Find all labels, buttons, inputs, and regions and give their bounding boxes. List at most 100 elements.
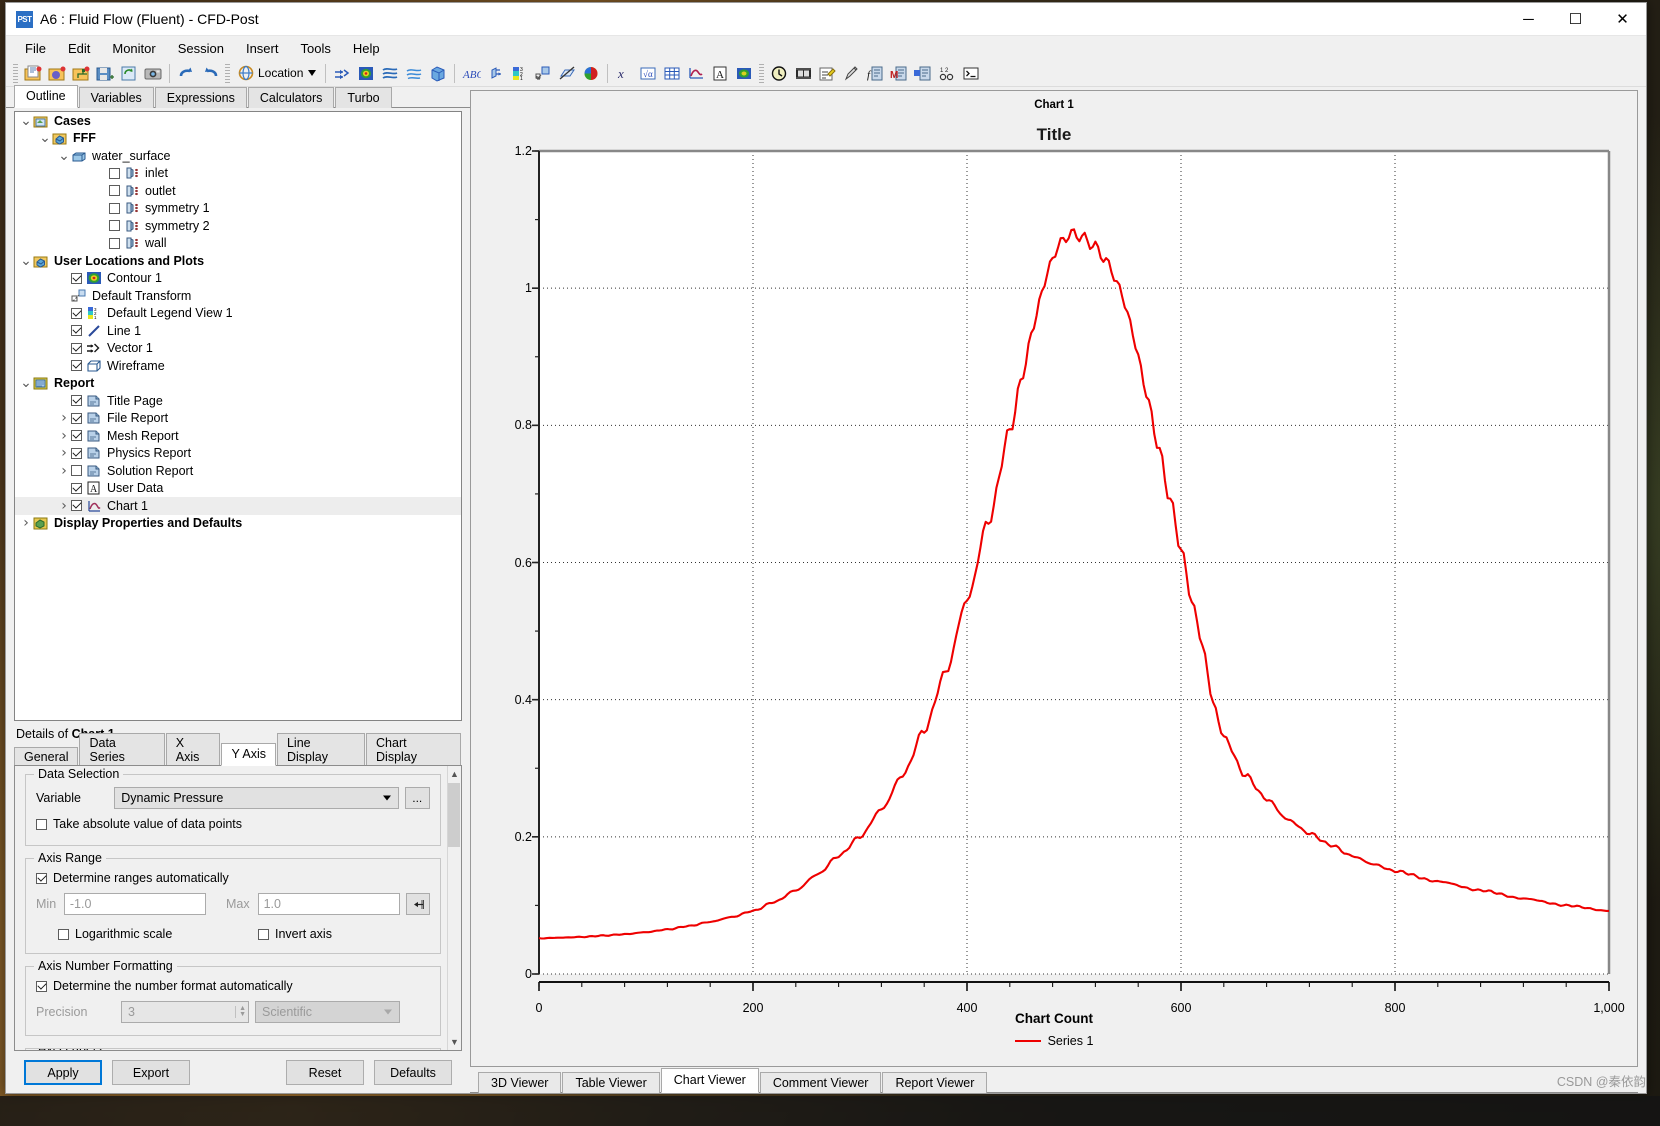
tree-item-wall[interactable]: wall (15, 235, 461, 253)
tree-item-user-locations-and-plots[interactable]: ⌄ User Locations and Plots (15, 252, 461, 270)
tab-calculators[interactable]: Calculators (247, 87, 335, 108)
tab-y-axis[interactable]: Y Axis (221, 743, 276, 766)
report-icon[interactable] (732, 62, 756, 85)
tree-item-checkbox[interactable] (71, 360, 82, 372)
close-button[interactable]: ✕ (1599, 3, 1646, 36)
tab-line-display[interactable]: Line Display (276, 733, 366, 766)
tree-item-fff[interactable]: ⌄ FFF (15, 130, 461, 148)
tree-item-mesh-report[interactable]: › Mesh Report (15, 427, 461, 445)
variable-select[interactable]: Dynamic Pressure (114, 787, 399, 809)
vector-icon[interactable] (330, 62, 354, 85)
tree-item-wireframe[interactable]: Wireframe (15, 357, 461, 375)
chevron-right-icon[interactable]: › (57, 445, 71, 461)
macro-calculator-icon[interactable]: M (887, 62, 911, 85)
tree-item-checkbox[interactable] (71, 465, 82, 477)
toolbar-grip-2[interactable] (225, 63, 230, 83)
tree-item-checkbox[interactable] (109, 167, 120, 179)
tree-item-checkbox[interactable] (109, 220, 120, 232)
edit-report-icon[interactable] (815, 62, 839, 85)
tree-item-checkbox[interactable] (71, 325, 82, 337)
tree-item-checkbox[interactable] (71, 500, 82, 512)
tree-item-chart-1[interactable]: › Chart 1 (15, 497, 461, 515)
tree-item-report[interactable]: ⌄ Report (15, 375, 461, 393)
min-input[interactable]: -1.0 (63, 893, 206, 915)
tree-item-file-report[interactable]: › File Report (15, 410, 461, 428)
export-button[interactable]: Export (112, 1060, 190, 1085)
tree-item-checkbox[interactable] (109, 202, 120, 214)
tab-report-viewer[interactable]: Report Viewer (882, 1072, 988, 1093)
load-results-icon[interactable] (45, 62, 69, 85)
tab-table-viewer[interactable]: Table Viewer (562, 1072, 660, 1093)
max-input[interactable]: 1.0 (257, 893, 400, 915)
tab-3d-viewer[interactable]: 3D Viewer (478, 1072, 562, 1093)
invert-axis-checkbox-row[interactable]: Invert axis (258, 927, 332, 941)
tree-item-physics-report[interactable]: › Physics Report (15, 445, 461, 463)
text-icon[interactable]: ABC (459, 62, 483, 85)
particle-track-icon[interactable] (402, 62, 426, 85)
spinner-down-icon[interactable]: ▼ (239, 1011, 246, 1018)
function-calculator-icon[interactable]: f (863, 62, 887, 85)
toolbar-grip[interactable] (13, 63, 18, 83)
table-icon[interactable] (660, 62, 684, 85)
tree-item-checkbox[interactable] (109, 237, 120, 249)
clip-plane-icon[interactable] (555, 62, 579, 85)
chevron-right-icon[interactable]: › (57, 498, 71, 514)
menu-edit[interactable]: Edit (57, 38, 101, 59)
color-map-icon[interactable] (579, 62, 603, 85)
tree-item-checkbox[interactable] (71, 307, 82, 319)
log-scale-checkbox-row[interactable]: Logarithmic scale (58, 927, 258, 941)
tab-chart-display[interactable]: Chart Display (366, 733, 461, 766)
tree-item-line-1[interactable]: Line 1 (15, 322, 461, 340)
tree-item-checkbox[interactable] (71, 272, 82, 284)
scroll-down-arrow-icon[interactable]: ▼ (448, 1035, 461, 1049)
tab-outline[interactable]: Outline (14, 85, 78, 108)
tree-item-water-surface[interactable]: ⌄ water_surface (15, 147, 461, 165)
chevron-down-icon[interactable]: ⌄ (57, 149, 71, 163)
redo-icon[interactable] (198, 62, 222, 85)
tree-item-solution-report[interactable]: › Solution Report (15, 462, 461, 480)
animation-icon[interactable] (791, 62, 815, 85)
tree-item-inlet[interactable]: inlet (15, 165, 461, 183)
auto-format-checkbox[interactable] (36, 980, 47, 992)
defaults-button[interactable]: Defaults (374, 1060, 452, 1085)
scroll-up-arrow-icon[interactable]: ▲ (448, 767, 461, 781)
tree-item-checkbox[interactable] (71, 395, 82, 407)
save-state-icon[interactable] (93, 62, 117, 85)
tree-item-cases[interactable]: ⌄ Cases (15, 112, 461, 130)
precision-spinner[interactable]: 3 ▲ ▼ (121, 1001, 249, 1023)
command-editor-icon[interactable] (959, 62, 983, 85)
chevron-right-icon[interactable]: › (57, 410, 71, 426)
menu-file[interactable]: File (14, 38, 57, 59)
mesh-calculator-icon[interactable] (911, 62, 935, 85)
tab-turbo[interactable]: Turbo (335, 87, 392, 108)
menu-tools[interactable]: Tools (289, 38, 341, 59)
contour-icon[interactable] (354, 62, 378, 85)
tab-comment-viewer[interactable]: Comment Viewer (759, 1072, 882, 1093)
tree-item-checkbox[interactable] (71, 482, 82, 494)
tree-item-vector-1[interactable]: Vector 1 (15, 340, 461, 358)
chevron-down-icon[interactable]: ⌄ (38, 131, 52, 145)
tree-item-symmetry-1[interactable]: symmetry 1 (15, 200, 461, 218)
coordinate-frame-icon[interactable] (483, 62, 507, 85)
open-state-icon[interactable] (69, 62, 93, 85)
legend-icon[interactable]: 321 (507, 62, 531, 85)
tree-item-title-page[interactable]: Title Page (15, 392, 461, 410)
undo-icon[interactable] (174, 62, 198, 85)
tab-data-series[interactable]: Data Series (79, 733, 165, 766)
tab-variables[interactable]: Variables (78, 87, 154, 108)
auto-range-checkbox-row[interactable]: Determine ranges automatically (36, 871, 430, 885)
tab-chart-viewer[interactable]: Chart Viewer (660, 1068, 759, 1093)
absolute-value-checkbox-row[interactable]: Take absolute value of data points (36, 817, 430, 831)
volume-rendering-icon[interactable] (426, 62, 450, 85)
auto-format-checkbox-row[interactable]: Determine the number format automaticall… (36, 979, 430, 993)
timestep-icon[interactable] (767, 62, 791, 85)
chevron-down-icon[interactable]: ⌄ (19, 254, 33, 268)
refresh-icon[interactable] (117, 62, 141, 85)
invert-axis-checkbox[interactable] (258, 928, 269, 940)
details-scrollbar[interactable]: ▲ ▼ (447, 766, 461, 1050)
reset-button[interactable]: Reset (286, 1060, 364, 1085)
chevron-right-icon[interactable]: › (57, 428, 71, 444)
chevron-right-icon[interactable]: › (19, 515, 33, 531)
expression-icon[interactable]: x (612, 62, 636, 85)
number-format-select[interactable]: Scientific (255, 1001, 400, 1023)
